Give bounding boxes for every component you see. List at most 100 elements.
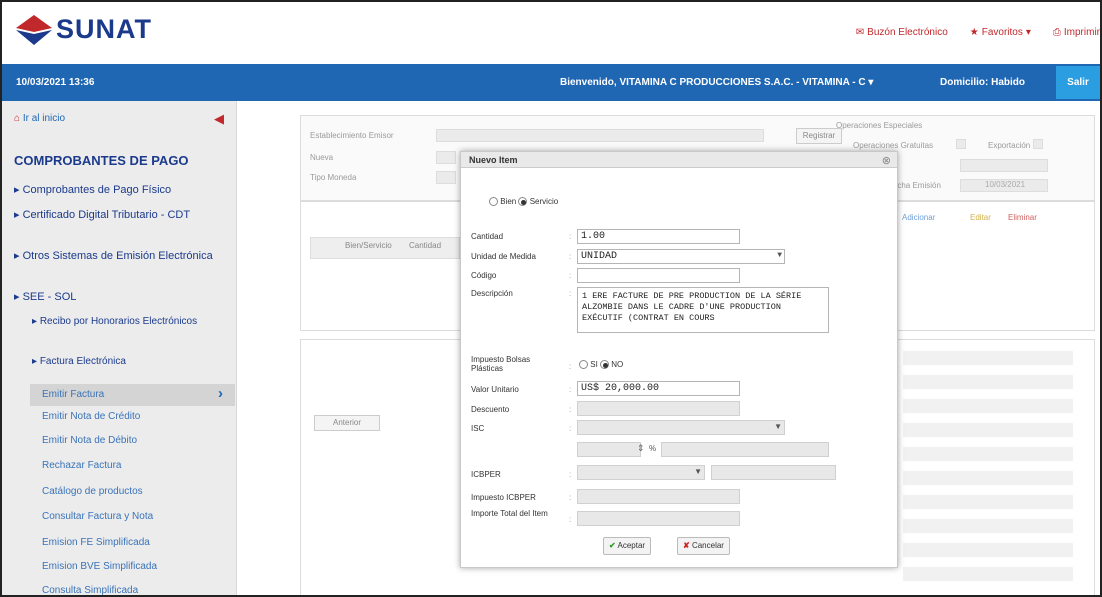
codigo-input[interactable] [577, 268, 740, 283]
nueva-field[interactable] [436, 151, 456, 164]
exit-button[interactable]: Salir [1056, 66, 1100, 99]
radio-bolsas-no[interactable] [600, 360, 610, 370]
sidebar-link-fe-simplificada[interactable]: Emision FE Simplificada [42, 537, 150, 548]
home-icon: ⌂ [14, 113, 21, 124]
chevron-down-icon: ▼ [774, 422, 782, 431]
label-codigo: Código [471, 271, 497, 280]
label-establecimiento: Establecimiento Emisor [310, 131, 394, 140]
sidebar-link-consulta-simplificada[interactable]: Consulta Simplificada [42, 585, 138, 595]
fecha-field[interactable]: 10/03/2021 [960, 179, 1048, 192]
checkmark-icon: ✔ [609, 541, 616, 550]
new-item-modal: Nuevo Item ⊗ Bien Servicio Cantidad : 1.… [460, 151, 898, 568]
sidebar-item-see-sol[interactable]: ▸ SEE - SOL [14, 290, 224, 305]
colon: : [569, 232, 572, 241]
welcome-text[interactable]: Bienvenido, VITAMINA C PRODUCCIONES S.A.… [560, 77, 873, 88]
add-item-link[interactable]: Adicionar [902, 213, 935, 222]
label-descripcion: Descripción [471, 289, 513, 298]
browser-frame: SUNAT ✉ Buzón Electrónico ★ Favoritos ▾ … [0, 0, 1102, 597]
link-favorites[interactable]: ★ Favoritos ▾ [970, 27, 1031, 38]
colon: : [569, 252, 572, 261]
th-cantidad: Cantidad [409, 241, 442, 250]
colon: : [569, 493, 572, 502]
modal-title: Nuevo Item [461, 152, 897, 168]
establecimiento-field[interactable] [436, 129, 764, 142]
printer-icon: ⎙ [1052, 27, 1061, 38]
delete-item-link[interactable]: Eliminar [1008, 213, 1037, 222]
sidebar: ⌂ Ir al inicio ◀ COMPROBANTES DE PAGO ▸ … [2, 101, 237, 595]
sidebar-link-catalogo[interactable]: Catálogo de productos [42, 486, 143, 497]
sidebar-item-factura-electronica[interactable]: ▸ Factura Electrónica [32, 354, 207, 369]
close-icon[interactable]: ⊗ [882, 154, 891, 167]
register-button[interactable]: Registrar [796, 128, 842, 144]
previous-button[interactable]: Anterior [314, 415, 380, 431]
impuesto-icbper-input[interactable] [577, 489, 740, 504]
sidebar-link-emitir-factura[interactable]: Emitir Factura [42, 389, 104, 400]
label-cantidad: Cantidad [471, 232, 504, 241]
icbper-amount-input[interactable] [711, 465, 836, 480]
label-valor-unitario: Valor Unitario [471, 385, 519, 394]
chevron-down-icon: ▾ [1025, 27, 1031, 38]
link-mailbox[interactable]: ✉ Buzón Electrónico [856, 27, 948, 38]
cross-icon: ✘ [683, 541, 690, 550]
icbper-select[interactable]: ▼ [577, 465, 705, 480]
exportacion-checkbox[interactable] [1033, 139, 1043, 149]
chevron-right-icon: › [218, 385, 223, 402]
descuento-input[interactable] [577, 401, 740, 416]
sidebar-item-comprobantes-fisico[interactable]: ▸ Comprobantes de Pago Físico [14, 183, 229, 198]
label-bolsas-plasticas: Impuesto Bolsas Plásticas [471, 355, 531, 373]
sidebar-link-bve-simplificada[interactable]: Emision BVE Simplificada [42, 561, 157, 572]
domicile-status: Domicilio: Habido [940, 77, 1025, 88]
mailbox-icon: ✉ [855, 27, 865, 38]
accept-button[interactable]: ✔ Aceptar [603, 537, 652, 555]
chevron-down-icon: ▾ [868, 77, 874, 88]
link-print[interactable]: ⎙ Imprimir [1053, 27, 1100, 38]
label-op-gratuitas: Operaciones Gratuitas [853, 141, 934, 150]
isc-rate-input[interactable] [577, 442, 641, 457]
isc-amount-input[interactable] [661, 442, 829, 457]
label-isc: ISC [471, 424, 485, 433]
top-header: SUNAT ✉ Buzón Electrónico ★ Favoritos ▾ … [2, 2, 1100, 64]
descripcion-textarea[interactable]: 1 ERE FACTURE DE PRE PRODUCTION DE LA SÉ… [577, 287, 829, 333]
unidad-medida-select[interactable]: UNIDAD ▼ [577, 249, 785, 264]
colon: : [569, 385, 572, 394]
colon: : [569, 515, 572, 524]
radio-servicio[interactable] [518, 197, 528, 207]
sidebar-item-otros-sistemas[interactable]: ▸ Otros Sistemas de Emisión Electrónica [14, 249, 224, 264]
operation-select[interactable] [960, 159, 1048, 172]
sidebar-link-nota-credito[interactable]: Emitir Nota de Crédito [42, 411, 140, 422]
percent-label: % [649, 444, 657, 453]
sidebar-item-cdt[interactable]: ▸ Certificado Digital Tributario - CDT [14, 208, 224, 223]
sidebar-link-rechazar[interactable]: Rechazar Factura [42, 460, 121, 471]
colon: : [569, 289, 572, 298]
label-icbper: ICBPER [471, 470, 501, 479]
colon: : [569, 362, 572, 371]
label-op-especiales: Operaciones Especiales [836, 121, 923, 130]
bolsas-radio-group: SI NO [579, 360, 623, 370]
home-link[interactable]: ⌂ Ir al inicio [14, 113, 65, 124]
collapse-sidebar-icon[interactable]: ◀ [214, 111, 224, 127]
label-moneda: Tipo Moneda [310, 173, 357, 182]
gratuitas-checkbox[interactable] [956, 139, 966, 149]
radio-bolsas-si[interactable] [579, 360, 588, 370]
th-bien-servicio: Bien/Servicio [345, 241, 392, 250]
isc-select[interactable]: ▼ [577, 420, 785, 435]
sidebar-link-consultar[interactable]: Consultar Factura y Nota [42, 511, 153, 522]
stepper-icon[interactable]: ⇕ [637, 443, 645, 454]
user-bar: 10/03/2021 13:36 Bienvenido, VITAMINA C … [2, 64, 1100, 101]
sidebar-title: COMPROBANTES DE PAGO [14, 153, 189, 168]
cantidad-input[interactable]: 1.00 [577, 229, 740, 244]
edit-item-link[interactable]: Editar [970, 213, 991, 222]
cancel-button[interactable]: ✘ Cancelar [677, 537, 730, 555]
moneda-field[interactable] [436, 171, 456, 184]
label-nueva: Nueva [310, 153, 334, 162]
logo-text: SUNAT [56, 14, 152, 44]
item-type-radio-group: Bien Servicio [489, 197, 558, 207]
sidebar-link-nota-debito[interactable]: Emitir Nota de Débito [42, 435, 137, 446]
sunat-logo[interactable]: SUNAT [16, 14, 152, 45]
radio-bien[interactable] [489, 197, 498, 207]
importe-total-input[interactable] [577, 511, 740, 526]
label-exportacion: Exportación [988, 141, 1031, 150]
label-importe-total: Importe Total del Item [471, 509, 548, 518]
sidebar-item-recibo-honorarios[interactable]: ▸ Recibo por Honorarios Electrónicos [32, 314, 207, 329]
valor-unitario-input[interactable]: US$ 20,000.00 [577, 381, 740, 396]
